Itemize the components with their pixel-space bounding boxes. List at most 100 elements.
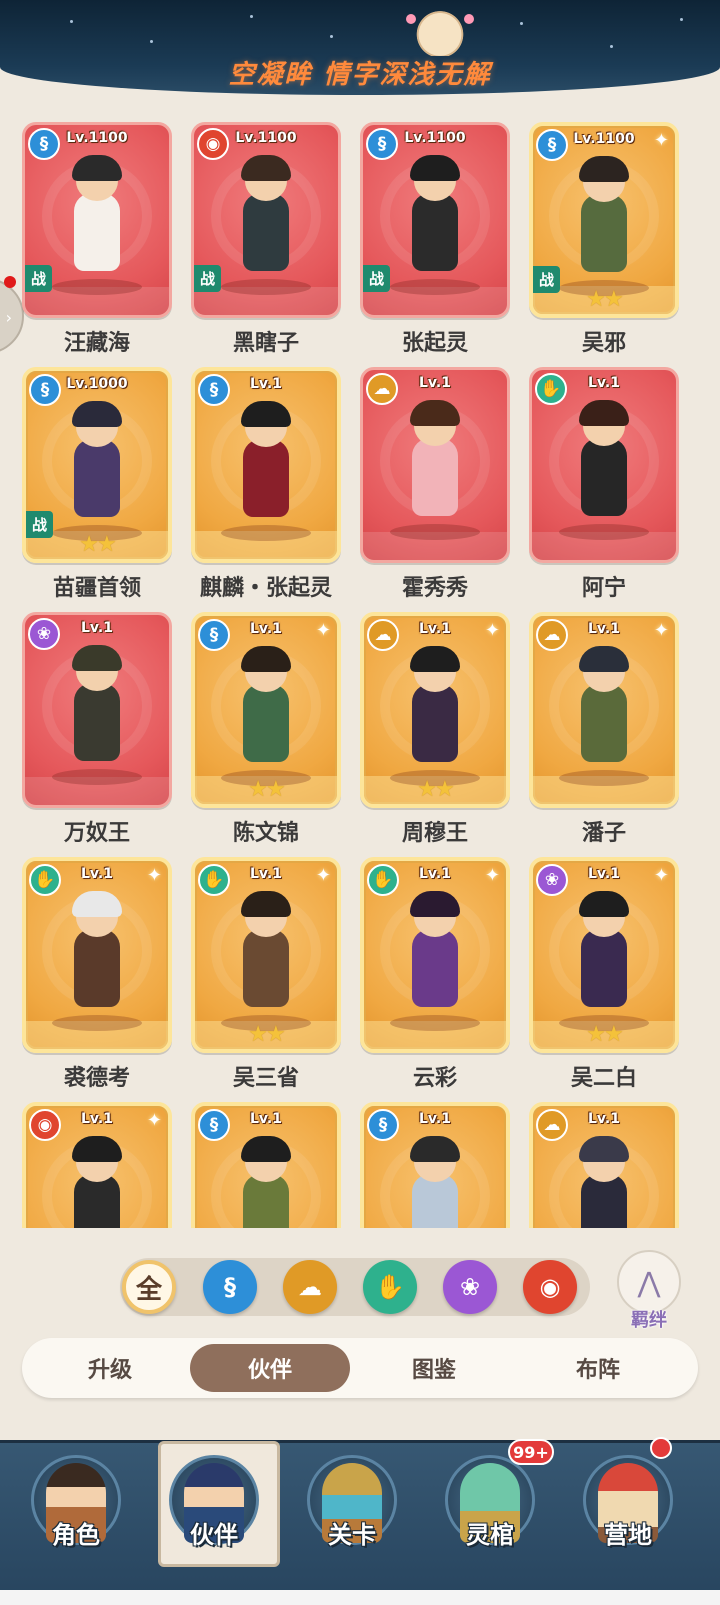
character-portrait [390,400,480,540]
partner-card-cell[interactable]: § Lv.1 ✦ ★★ 陈文锦 [191,612,341,846]
partner-card-cell[interactable]: § Lv.1100 战张起灵 [360,122,510,356]
tab-partner[interactable]: 伙伴 [190,1344,350,1392]
tab-codex[interactable]: 图鉴 [354,1344,514,1392]
star-decoration [250,15,253,18]
partner-card[interactable]: ☁ Lv.1 ✦ [529,612,679,808]
star-rating: ★★ [586,287,623,312]
character-portrait [559,646,649,786]
star-decoration [610,45,613,48]
sparkle-icon: ✦ [484,620,500,641]
star-decoration [520,22,523,25]
partner-card-cell[interactable]: § Lv.1 麒麟・张起灵 [191,367,341,601]
level-label: Lv.1000 [66,376,128,392]
partner-card[interactable]: ✋ Lv.1 [529,367,679,563]
partner-card-cell[interactable]: ◉ Lv.1100 战黑瞎子 [191,122,341,356]
character-portrait [52,1136,142,1228]
partner-card[interactable]: § Lv.1100 战 [22,122,172,318]
partner-card[interactable]: ✋ Lv.1 ✦ [22,857,172,1053]
sparkle-icon: ✦ [315,865,331,886]
partner-card-cell[interactable]: § Lv.1000 战 ★★ 苗疆首领 [22,367,172,601]
filter-spirit-lotus-icon[interactable]: ❀ [443,1260,497,1314]
partner-grid-viewport[interactable]: § Lv.1100 战汪藏海 ◉ Lv.1100 战黑瞎子 § Lv.1100 战张起灵 § Lv.… [0,118,720,1228]
star-decoration [150,40,153,43]
partner-card-cell[interactable]: § Lv.1100 战汪藏海 [22,122,172,356]
character-portrait [559,891,649,1031]
star-rating: ★★ [586,1022,623,1047]
nav-item-coffin[interactable]: 99+ 灵棺 [420,1439,560,1605]
partner-card-cell[interactable]: ✋ Lv.1 ✦ 云彩 [360,857,510,1091]
partner-card[interactable]: § Lv.1 ✦ ★★ [191,612,341,808]
partner-card[interactable]: § Lv.1 [360,1102,510,1228]
tab-upgrade[interactable]: 升级 [30,1344,190,1392]
nav-item-stage[interactable]: 关卡 [282,1443,422,1605]
level-label: Lv.1100 [404,130,466,146]
bond-label: 羁绊 [631,1310,667,1331]
level-label: Lv.1 [250,376,282,392]
character-portrait [221,646,311,786]
character-portrait [221,401,311,541]
level-label: Lv.1 [419,375,451,391]
nav-item-camp[interactable]: 营地 [558,1437,698,1605]
level-label: Lv.1 [419,1111,451,1127]
partner-name: 苗疆首领 [52,576,141,601]
partner-name: 潘子 [581,821,626,846]
sparkle-icon: ✦ [653,620,669,641]
filter-water-dragon-icon[interactable]: § [203,1260,257,1314]
bond-button[interactable]: ⋀ 羁绊 [617,1250,681,1331]
nav-item-partner[interactable]: 伙伴 [144,1441,284,1605]
partner-card[interactable]: ☁ Lv.1 [360,367,510,563]
partner-card-cell[interactable]: ✋ Lv.1 ✦ ★★ 吴三省 [191,857,341,1091]
level-label: Lv.1100 [235,130,297,146]
nav-label: 伙伴 [190,1521,238,1549]
sub-tab-bar: 升级 伙伴 图鉴 布阵 [22,1338,698,1398]
partner-card[interactable]: ✋ Lv.1 ✦ [360,857,510,1053]
partner-card-cell[interactable]: ◉ Lv.1 ✦ [22,1102,172,1228]
partner-name: 云彩 [412,1066,457,1091]
filter-wood-hand-icon[interactable]: ✋ [363,1260,417,1314]
partner-name: 裘德考 [63,1066,130,1091]
star-decoration [70,20,73,23]
partner-card[interactable]: § Lv.1 [191,367,341,563]
star-rating: ★★ [79,532,116,557]
character-portrait [559,156,649,296]
partner-card[interactable]: ◉ Lv.1 ✦ [22,1102,172,1228]
star-rating: ★★ [248,777,285,802]
filter-earth-cloud-icon[interactable]: ☁ [283,1260,337,1314]
partner-card[interactable]: ❀ Lv.1 ✦ ★★ [529,857,679,1053]
partner-card[interactable]: ◉ Lv.1100 战 [191,122,341,318]
filter-fire-swirl-icon[interactable]: ◉ [523,1260,577,1314]
partner-card[interactable]: ☁ Lv.1 ✦ ★★ [360,612,510,808]
partner-card[interactable]: § Lv.1100 战 [360,122,510,318]
partner-card-cell[interactable]: ✋ Lv.1 阿宁 [529,367,679,601]
partner-card-cell[interactable]: ☁ Lv.1 ✦ ★★ 周穆王 [360,612,510,846]
nav-item-character[interactable]: 角色 [6,1443,146,1605]
partner-card[interactable]: ✋ Lv.1 ✦ ★★ [191,857,341,1053]
partner-card-cell[interactable]: ❀ Lv.1 万奴王 [22,612,172,846]
partner-card-cell[interactable]: ☁ Lv.1 ✦ 潘子 [529,612,679,846]
partner-card-cell[interactable]: § Lv.1 [191,1102,341,1228]
partner-card[interactable]: ❀ Lv.1 [22,612,172,808]
sparkle-icon: ✦ [653,130,669,151]
character-portrait [390,646,480,786]
partner-name: 吴邪 [581,331,626,356]
partner-name: 麒麟・张起灵 [199,576,332,601]
partner-card-cell[interactable]: ❀ Lv.1 ✦ ★★ 吴二白 [529,857,679,1091]
level-label: Lv.1 [588,1111,620,1127]
partner-card[interactable]: § Lv.1100 ✦ 战 ★★ [529,122,679,318]
partner-card-cell[interactable]: § Lv.1100 ✦ 战 ★★ 吴邪 [529,122,679,356]
partner-card[interactable]: § Lv.1000 战 ★★ [22,367,172,563]
partner-card-cell[interactable]: § Lv.1 [360,1102,510,1228]
tab-formation[interactable]: 布阵 [518,1344,678,1392]
star-rating: ★★ [417,777,454,802]
partner-card[interactable]: ☁ Lv.1 [529,1102,679,1228]
partner-card[interactable]: § Lv.1 [191,1102,341,1228]
partner-card-cell[interactable]: ✋ Lv.1 ✦ 裘德考 [22,857,172,1091]
nav-label: 角色 [52,1521,100,1549]
character-portrait [390,1136,480,1228]
in-battle-badge: 战 [25,265,52,292]
partner-card-cell[interactable]: ☁ Lv.1 霍秀秀 [360,367,510,601]
filter-all-button[interactable]: 全 [122,1260,176,1314]
partner-name: 万奴王 [63,821,130,846]
star-decoration [330,35,333,38]
partner-card-cell[interactable]: ☁ Lv.1 [529,1102,679,1228]
